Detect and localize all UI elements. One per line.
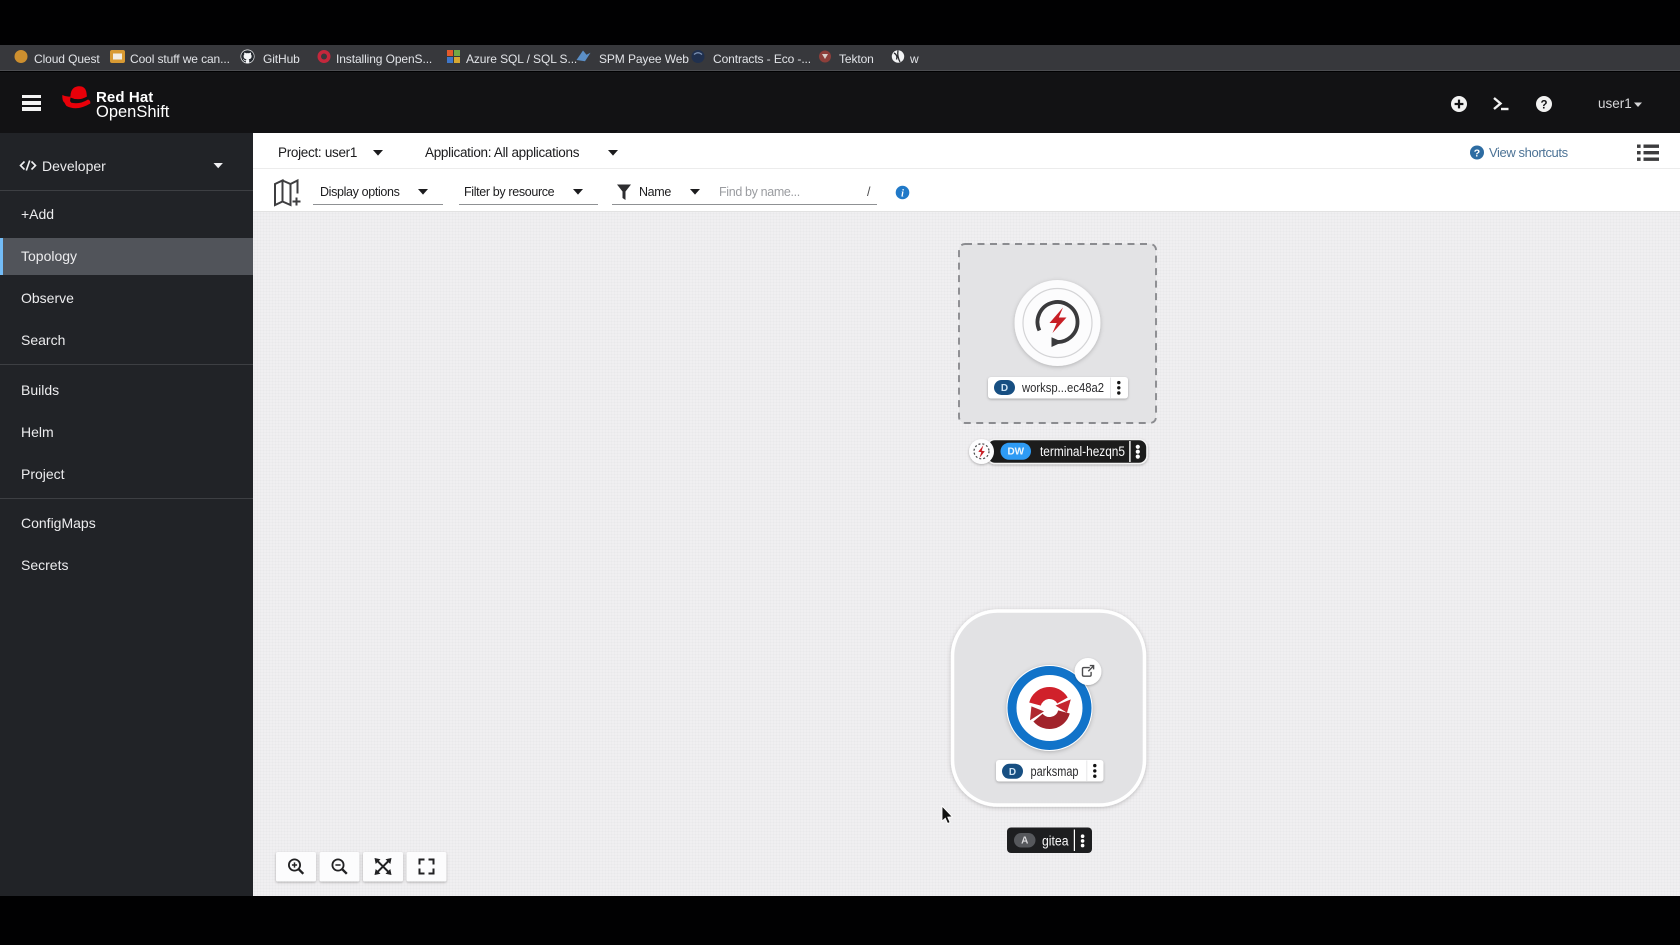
- svg-text:D: D: [1009, 767, 1016, 778]
- svg-text:worksp...ec48a2: worksp...ec48a2: [1021, 380, 1104, 395]
- svg-text:gitea: gitea: [1042, 833, 1069, 848]
- svg-text:terminal-hezqn5: terminal-hezqn5: [1040, 444, 1125, 459]
- svg-text:parksmap: parksmap: [1031, 764, 1079, 779]
- svg-text:D: D: [1001, 383, 1008, 394]
- svg-text:A: A: [1021, 836, 1028, 847]
- svg-text:DW: DW: [1007, 447, 1024, 458]
